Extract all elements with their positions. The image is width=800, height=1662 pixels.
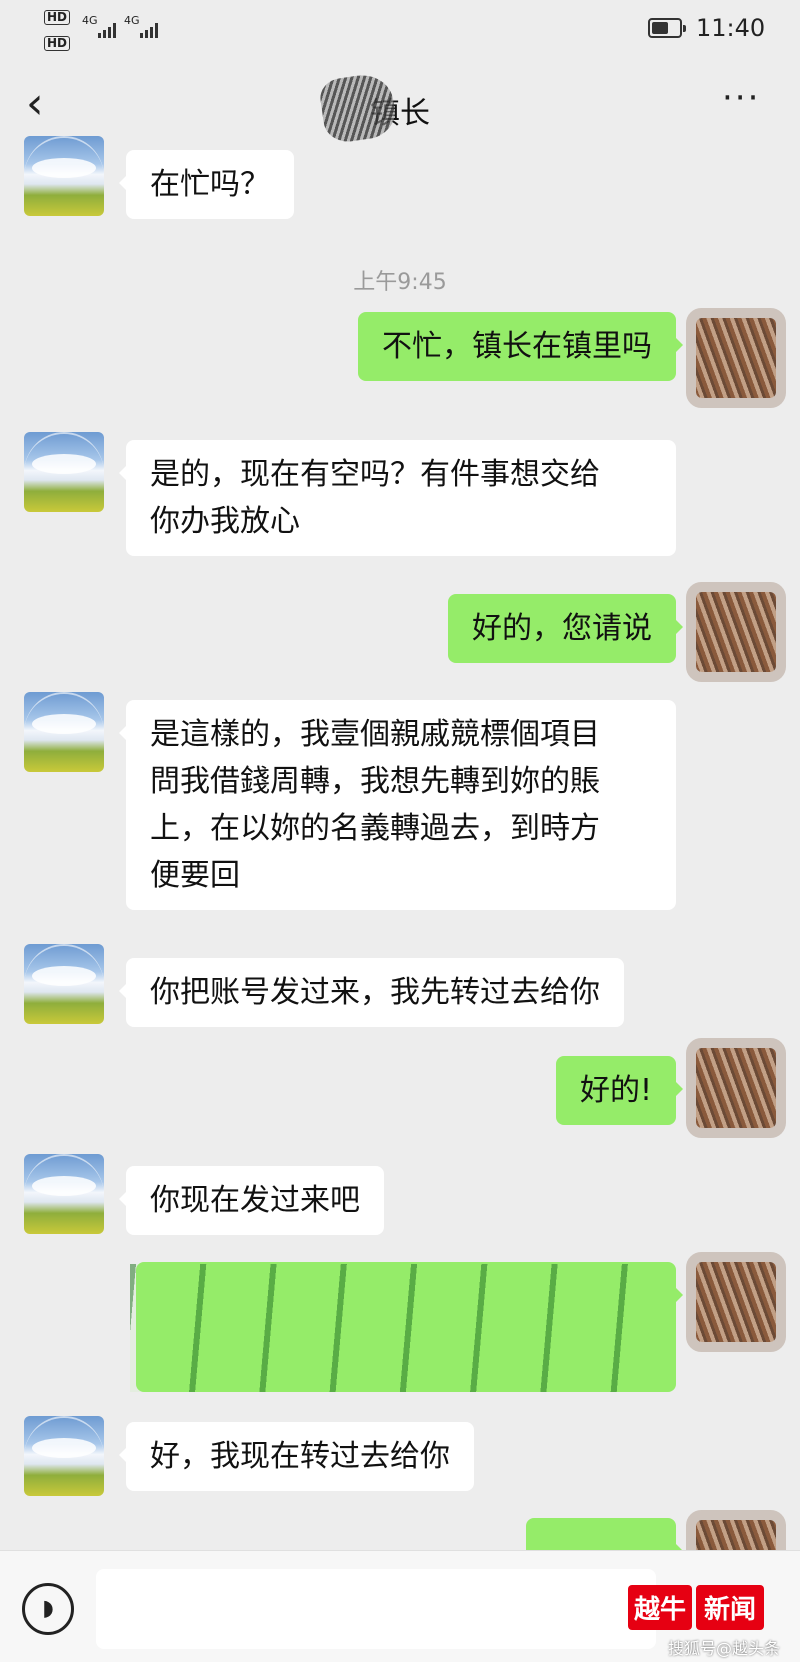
message-input[interactable] xyxy=(96,1569,656,1649)
message-line: 上，在以妳的名義轉過去，到時方 xyxy=(150,811,600,846)
message-line: 是這樣的，我壹個親戚競標個項目 xyxy=(150,717,600,752)
contact-avatar[interactable] xyxy=(24,136,104,216)
contact-avatar[interactable] xyxy=(24,944,104,1024)
message-timestamp: 上午9:45 xyxy=(353,270,447,295)
self-avatar[interactable] xyxy=(696,318,776,398)
voice-icon[interactable]: ◗ xyxy=(22,1583,74,1635)
message-bubble-in[interactable]: 在忙吗？ xyxy=(119,150,294,219)
message-bubble-out[interactable]: 好的，您请说 xyxy=(448,594,683,663)
message-line: 是的，现在有空吗？有件事想交给 xyxy=(150,457,600,492)
signal-icon-2 xyxy=(140,22,158,38)
self-avatar[interactable] xyxy=(696,1048,776,1128)
contact-avatar[interactable] xyxy=(24,1416,104,1496)
network-type-1: 4G xyxy=(82,14,98,27)
message-line: 便要回 xyxy=(150,858,240,893)
message-line: 問我借錢周轉，我想先轉到妳的賬 xyxy=(150,764,600,799)
chat-header: ‹ 镇长 ··· xyxy=(0,62,800,152)
watermark: 越牛 新闻 xyxy=(628,1585,765,1630)
more-button[interactable]: ··· xyxy=(722,78,760,118)
message-bubble-in[interactable]: 好，我现在转过去给你 xyxy=(119,1422,474,1491)
watermark-logo: 越牛 xyxy=(628,1585,693,1630)
message-bubble-in[interactable]: 你把账号发过来，我先转过去给你 xyxy=(119,958,624,1027)
hd-indicator-2: HD xyxy=(44,36,71,51)
message-bubble-out[interactable]: 不忙，镇长在镇里吗 xyxy=(358,312,683,381)
contact-avatar[interactable] xyxy=(24,692,104,772)
battery-icon xyxy=(648,18,686,38)
message-bubble-in[interactable]: 是的，现在有空吗？有件事想交给 你办我放心 xyxy=(119,440,676,556)
contact-avatar[interactable] xyxy=(24,432,104,512)
redaction-scribble xyxy=(317,71,399,145)
message-line: 你办我放心 xyxy=(150,504,300,539)
message-bubble-out[interactable]: 好的! xyxy=(555,1056,684,1125)
self-avatar[interactable] xyxy=(696,1262,776,1342)
watermark-news: 新闻 xyxy=(696,1585,765,1630)
signal-icon xyxy=(98,22,116,38)
watermark-credit: 搜狐号@越头条 xyxy=(668,1639,781,1658)
self-avatar[interactable] xyxy=(696,592,776,672)
status-time: 11:40 xyxy=(696,14,766,42)
chat-title: 镇长 xyxy=(370,96,430,131)
message-bubble-in[interactable]: 你现在发过来吧 xyxy=(119,1166,384,1235)
redaction-scribble xyxy=(130,1264,670,1392)
status-bar: HD HD 4G 4G 11:40 xyxy=(0,0,800,60)
message-bubble-in[interactable]: 是這樣的，我壹個親戚競標個項目 問我借錢周轉，我想先轉到妳的賬 上，在以妳的名義… xyxy=(119,700,676,910)
contact-avatar[interactable] xyxy=(24,1154,104,1234)
hd-indicator-1: HD xyxy=(44,10,71,25)
input-bar: ◗ 越牛 新闻 搜狐号@越头条 xyxy=(0,1550,800,1662)
network-type-2: 4G xyxy=(124,14,140,27)
